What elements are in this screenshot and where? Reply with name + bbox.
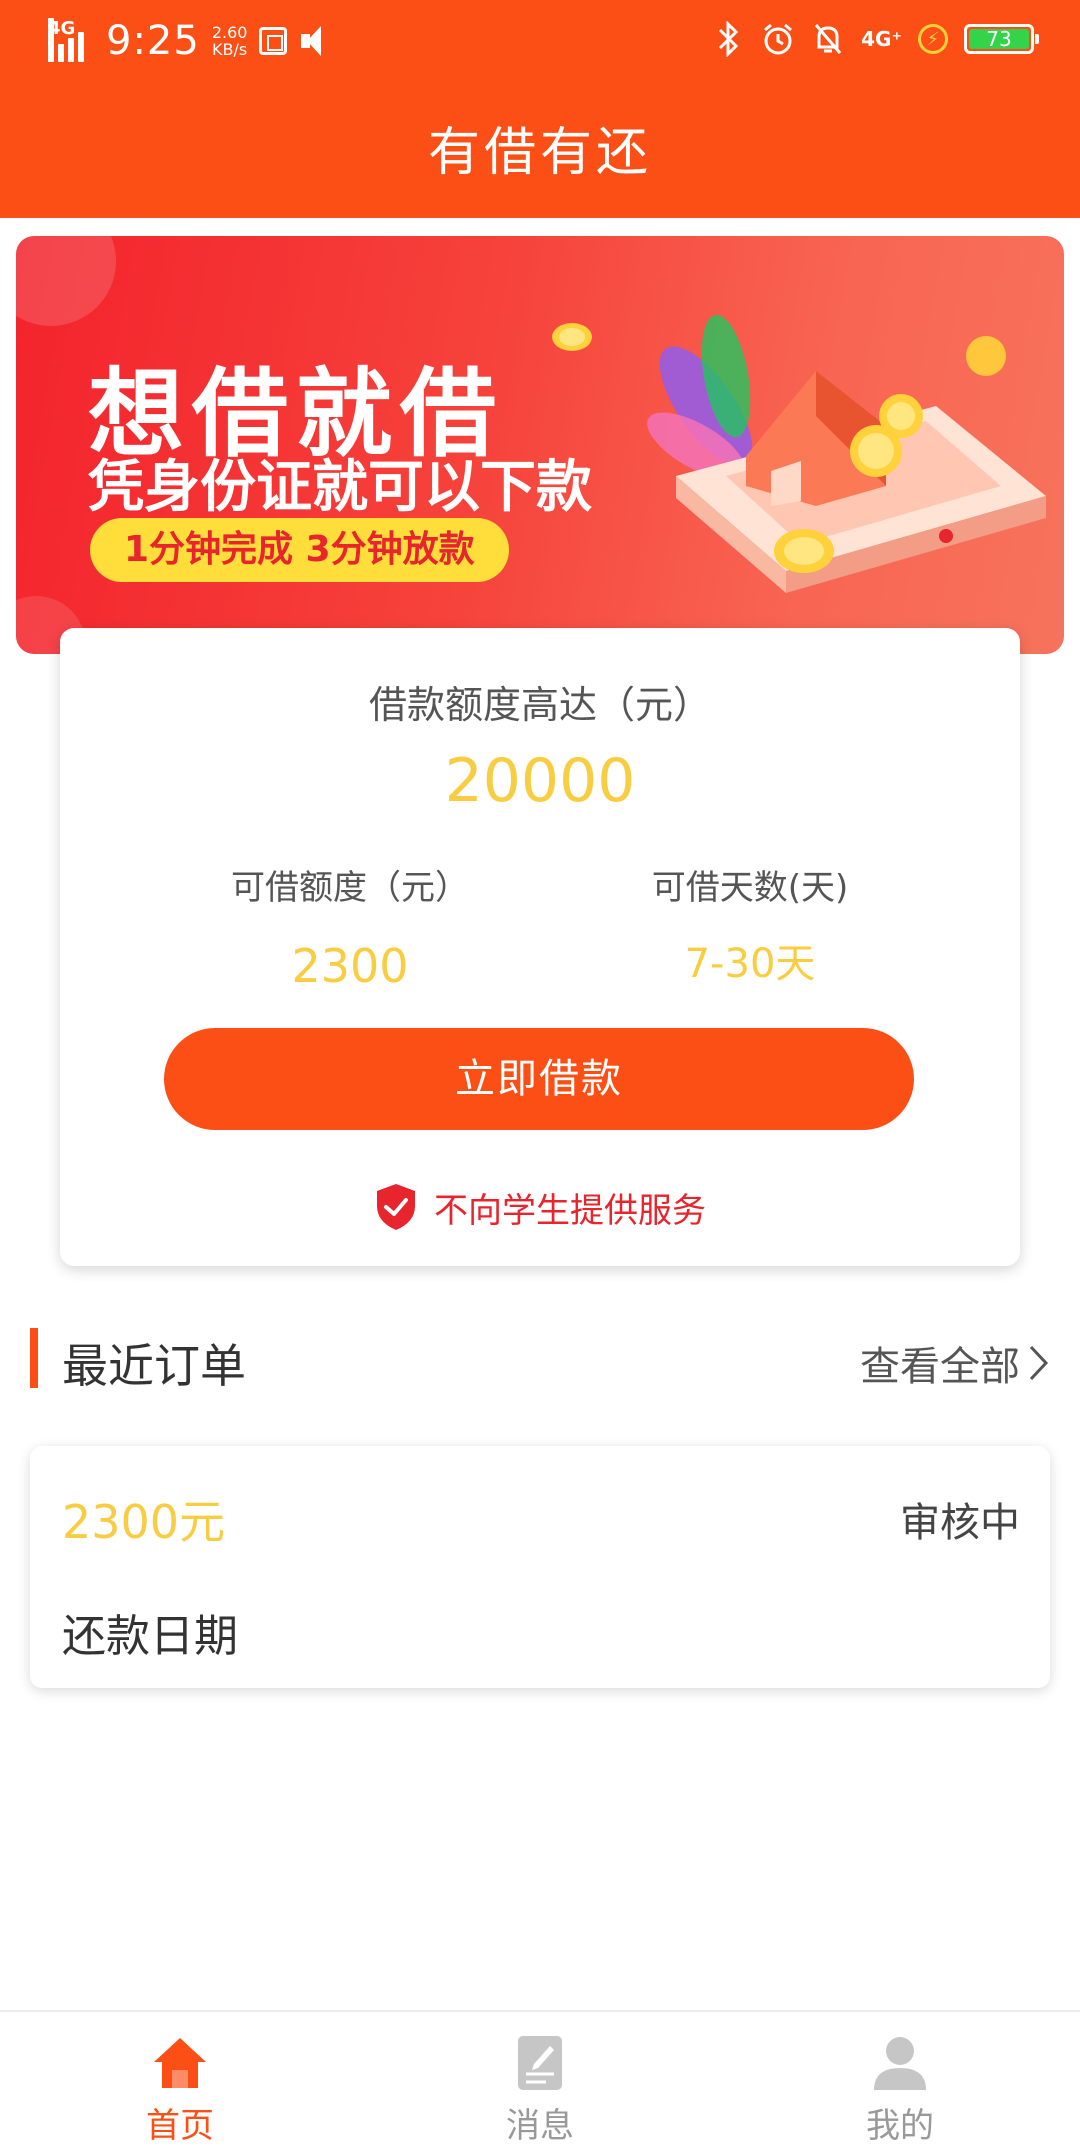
repayment-date-label: 还款日期 bbox=[62, 1611, 238, 1662]
max-limit-label: 借款额度高达（元） bbox=[368, 683, 711, 727]
app-screen: 4G 9:25 2.60 KB/s 4G⁺ ⚡ 73 有借有还 想借就借 凭身份… bbox=[0, 0, 1080, 2154]
section-accent-bar bbox=[30, 1328, 38, 1388]
charging-icon: ⚡ bbox=[918, 24, 948, 54]
available-amount-value: 2300 bbox=[291, 939, 409, 993]
status-left: 4G 9:25 2.60 KB/s bbox=[46, 18, 333, 64]
max-limit-value: 20000 bbox=[444, 746, 636, 816]
available-amount-label: 可借额度（元） bbox=[231, 868, 469, 908]
available-days-value: 7-30天 bbox=[684, 941, 816, 987]
banner-pill: 1分钟完成 3分钟放款 bbox=[90, 518, 509, 582]
order-status: 审核中 bbox=[900, 1500, 1020, 1546]
recent-orders-title: 最近订单 bbox=[62, 1339, 246, 1393]
screenshot-icon bbox=[259, 27, 288, 55]
alarm-icon bbox=[761, 20, 795, 58]
nav-profile-label: 我的 bbox=[866, 2106, 934, 2146]
speed-unit: KB/s bbox=[212, 40, 248, 59]
coin-icon bbox=[774, 529, 834, 573]
recent-orders-header: 最近订单 查看全部 bbox=[30, 1326, 1050, 1393]
message-icon bbox=[518, 2036, 562, 2090]
bottom-nav: 首页 消息 我的 bbox=[0, 2010, 1080, 2154]
speed-value: 2.60 bbox=[211, 23, 248, 42]
student-notice: 不向学生提供服务 bbox=[60, 1182, 1020, 1232]
nav-home[interactable]: 首页 bbox=[0, 2012, 360, 2154]
banner-decoration bbox=[16, 236, 116, 326]
phone-house-illustration bbox=[647, 314, 1046, 593]
battery-level: 73 bbox=[969, 29, 1029, 49]
order-card[interactable]: 2300元 审核中 还款日期 bbox=[30, 1446, 1050, 1688]
student-notice-text: 不向学生提供服务 bbox=[434, 1190, 706, 1231]
battery-icon: 73 bbox=[964, 24, 1039, 54]
network-speed: 2.60 KB/s bbox=[212, 24, 248, 58]
loan-limit-card: 借款额度高达（元） 20000 可借额度（元） 2300 可借天数(天) 7-3… bbox=[60, 628, 1020, 1266]
coin-icon bbox=[552, 323, 592, 351]
clock: 9:25 bbox=[106, 18, 200, 64]
nav-messages-label: 消息 bbox=[506, 2106, 574, 2146]
status-bar: 4G 9:25 2.60 KB/s 4G⁺ ⚡ 73 bbox=[0, 0, 1080, 84]
view-all-label: 查看全部 bbox=[860, 1344, 1020, 1390]
chevron-right-icon bbox=[1029, 1345, 1049, 1381]
home-icon bbox=[154, 2038, 206, 2088]
shield-check-icon bbox=[377, 1184, 415, 1230]
nav-profile[interactable]: 我的 bbox=[720, 2012, 1080, 2154]
network-type-right: 4G⁺ bbox=[861, 27, 902, 51]
status-right: 4G⁺ ⚡ 73 bbox=[711, 20, 1039, 58]
available-days-column: 可借天数(天) 7-30天 bbox=[580, 860, 920, 989]
bluetooth-icon bbox=[711, 20, 745, 58]
view-all-link[interactable]: 查看全部 bbox=[860, 1334, 1050, 1392]
borrow-now-button[interactable]: 立即借款 bbox=[164, 1028, 914, 1130]
signal-icon: 4G bbox=[46, 18, 94, 62]
top-bar: 4G 9:25 2.60 KB/s 4G⁺ ⚡ 73 有借有还 bbox=[0, 0, 1080, 218]
promo-banner[interactable]: 想借就借 凭身份证就可以下款 1分钟完成 3分钟放款 bbox=[16, 236, 1064, 654]
nav-home-label: 首页 bbox=[146, 2106, 214, 2146]
nav-messages[interactable]: 消息 bbox=[360, 2012, 720, 2154]
available-amount-column: 可借额度（元） 2300 bbox=[180, 860, 520, 993]
banner-subline: 凭身份证就可以下款 bbox=[88, 455, 592, 520]
order-amount: 2300元 bbox=[62, 1495, 226, 1549]
user-icon bbox=[874, 2037, 926, 2090]
notification-off-icon bbox=[811, 20, 845, 58]
mute-icon bbox=[299, 26, 333, 56]
available-days-label: 可借天数(天) bbox=[651, 868, 849, 908]
page-title: 有借有还 bbox=[427, 123, 652, 183]
